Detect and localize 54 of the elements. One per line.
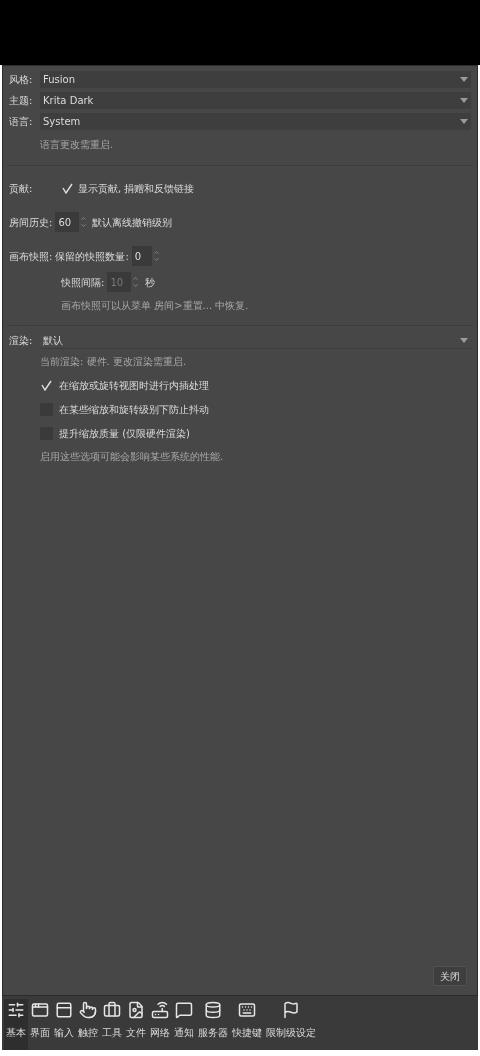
checkbox[interactable]: [40, 379, 53, 392]
tab[interactable]: 界面: [28, 999, 52, 1050]
number-field[interactable]: 0: [131, 246, 152, 266]
caret-icon: [460, 98, 468, 103]
field-label: 画布快照:: [9, 249, 53, 264]
dropdown[interactable]: 默认: [40, 332, 471, 349]
file-icon: [127, 1001, 145, 1019]
router-icon: [151, 1001, 169, 1019]
panel-icon: [55, 1001, 73, 1019]
tab[interactable]: 工具: [100, 999, 124, 1050]
field-label: 渲染:: [9, 334, 34, 348]
field-label: 快照间隔:: [61, 275, 105, 290]
close-button[interactable]: 关闭: [433, 966, 467, 986]
keyboard-icon: [238, 1001, 256, 1019]
field-label: 保留的快照数量:: [55, 249, 129, 264]
briefcase-icon: [103, 1001, 121, 1019]
tab[interactable]: 快捷键: [230, 999, 264, 1050]
tab[interactable]: 输入: [52, 999, 76, 1050]
checkbox-label: 在缩放或旋转视图时进行内插处理: [59, 379, 209, 393]
field-suffix: 默认离线撤销级别: [92, 215, 173, 230]
note-text: 当前渲染: 硬件. 更改渲染需重启.: [40, 355, 188, 369]
caret-icon: [460, 77, 468, 82]
checkbox[interactable]: [61, 182, 74, 195]
field-label: 语言:: [9, 115, 34, 129]
database-icon: [204, 1001, 222, 1019]
tab[interactable]: 网络: [148, 999, 172, 1050]
caret-icon: [460, 337, 468, 343]
note-text: 画布快照可以从菜单 房间>重置... 中恢复.: [61, 299, 250, 313]
dropdown[interactable]: Krita Dark: [40, 92, 471, 109]
caret-icon: [460, 119, 468, 124]
field-label: 风格:: [9, 73, 34, 87]
checkbox-label: 提升缩放质量 (仅限硬件渲染): [59, 427, 190, 441]
checkbox-label: 在某些缩放和旋转级别下防止抖动: [59, 403, 209, 417]
tab[interactable]: 限制级设定: [264, 999, 318, 1050]
field-label: 房间历史:: [9, 215, 53, 230]
checkbox-label: 显示贡献, 捐赠和反馈链接: [78, 182, 195, 196]
tab[interactable]: 基本: [4, 999, 28, 1050]
tab[interactable]: 文件: [124, 999, 148, 1050]
tab[interactable]: 服务器: [196, 999, 230, 1050]
window-icon: [31, 1001, 49, 1019]
number-field[interactable]: 60: [55, 212, 80, 232]
flag-icon: [282, 1001, 300, 1019]
note-text: 启用这些选项可能会影响某些系统的性能.: [40, 450, 225, 464]
tab[interactable]: 触控: [76, 999, 100, 1050]
field-label: 主题:: [9, 94, 34, 108]
dropdown[interactable]: Fusion: [40, 71, 471, 88]
message-icon: [175, 1001, 193, 1019]
dropdown[interactable]: System: [40, 113, 471, 130]
tab[interactable]: 通知: [172, 999, 196, 1050]
pointer-icon: [79, 1001, 97, 1019]
sliders-icon: [7, 1001, 25, 1019]
note-text: 语言更改需重启.: [40, 138, 115, 152]
unit-label: 秒: [145, 275, 156, 290]
field-label: 贡献:: [9, 182, 34, 196]
